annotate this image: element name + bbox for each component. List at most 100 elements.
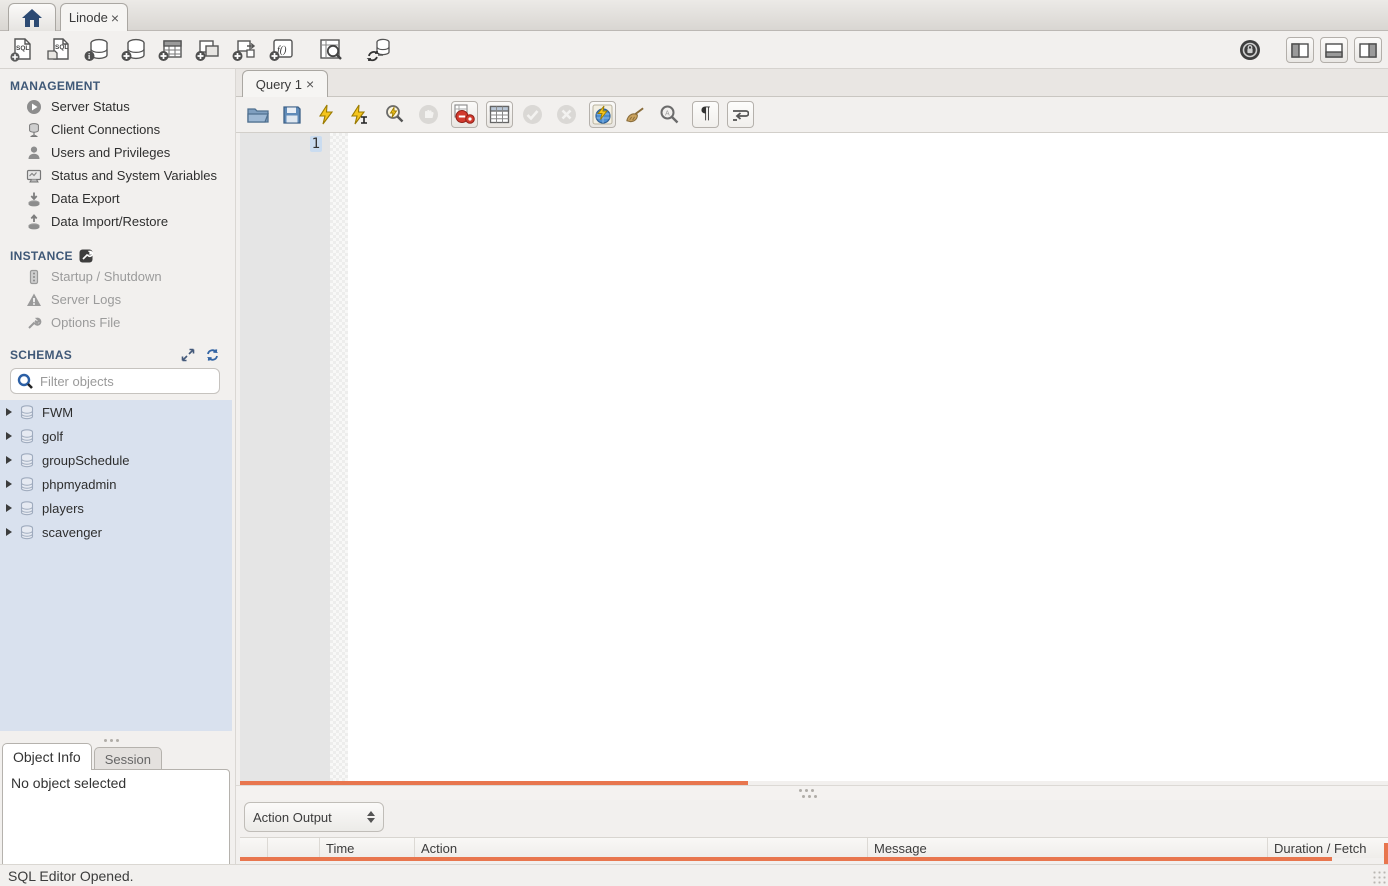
- column-message[interactable]: Message: [868, 838, 1268, 858]
- schema-icon: [19, 405, 35, 420]
- sidebar-item-server-status[interactable]: Server Status: [0, 95, 232, 118]
- query-tabbar: Query 1 ×: [236, 69, 1388, 97]
- tab-session[interactable]: Session: [94, 747, 162, 770]
- column-index[interactable]: [268, 838, 320, 858]
- connection-tabbar: Linode ×: [0, 0, 1388, 31]
- column-status[interactable]: [240, 838, 268, 858]
- sidebar-item-data-export[interactable]: Data Export: [0, 187, 232, 210]
- new-sql-tab-icon[interactable]: SQL: [8, 36, 36, 64]
- limit-rows-toggle[interactable]: [486, 101, 513, 128]
- explain-icon[interactable]: [383, 104, 405, 126]
- instance-section-header: INSTANCE: [0, 247, 232, 265]
- main-toolbar: SQL SQL i f(): [0, 31, 1388, 69]
- sql-editor[interactable]: 1: [236, 133, 1388, 781]
- sidebar-item-data-import[interactable]: Data Import/Restore: [0, 210, 232, 233]
- expander-icon[interactable]: [6, 528, 12, 536]
- schema-icon: [19, 453, 35, 468]
- output-panel: Action Output Time Action Message Durati…: [236, 800, 1388, 864]
- close-icon[interactable]: ×: [306, 77, 314, 91]
- schema-icon: [19, 501, 35, 516]
- expander-icon[interactable]: [6, 408, 12, 416]
- output-type-label: Action Output: [253, 810, 332, 825]
- schema-item-scavenger[interactable]: scavenger: [0, 520, 232, 544]
- sidebar-splitter-handle[interactable]: [104, 739, 119, 742]
- save-script-icon[interactable]: [281, 104, 303, 126]
- column-duration[interactable]: Duration / Fetch: [1268, 838, 1388, 858]
- toggle-bottom-panel-button[interactable]: [1320, 37, 1348, 63]
- create-view-icon[interactable]: [193, 36, 221, 64]
- wrench-badge-icon[interactable]: [79, 249, 93, 263]
- line-number: 1: [310, 136, 322, 152]
- output-scrollbar-vertical[interactable]: [1384, 843, 1388, 866]
- mysql-workbench-window: Linode × SQL SQL i f(): [0, 0, 1388, 886]
- schema-inspector-icon[interactable]: i: [82, 36, 110, 64]
- tab-object-info[interactable]: Object Info: [2, 743, 92, 770]
- sidebar-item-startup-shutdown[interactable]: Startup / Shutdown: [0, 265, 232, 288]
- execute-current-statement-icon[interactable]: [349, 104, 371, 126]
- sidebar-item-options-file[interactable]: Options File: [0, 311, 232, 334]
- output-type-select[interactable]: Action Output: [244, 802, 384, 832]
- server-status-icon: [26, 99, 42, 115]
- create-table-icon[interactable]: [156, 36, 184, 64]
- autocommit-toggle[interactable]: [589, 101, 616, 128]
- svg-text:A: A: [665, 111, 670, 118]
- expander-icon[interactable]: [6, 480, 12, 488]
- server-logs-icon: [26, 292, 42, 308]
- window-resize-grip[interactable]: [1372, 870, 1386, 884]
- wrap-text-toggle[interactable]: [727, 101, 754, 128]
- status-text: SQL Editor Opened.: [8, 868, 134, 884]
- connection-lock-icon: [1238, 38, 1262, 62]
- refresh-icon[interactable]: [205, 348, 220, 362]
- open-sql-script-icon[interactable]: SQL: [45, 36, 73, 64]
- data-import-icon: [26, 214, 42, 230]
- open-script-icon[interactable]: [247, 104, 269, 126]
- schema-filter-input[interactable]: [40, 374, 216, 389]
- column-action[interactable]: Action: [415, 838, 868, 858]
- toggle-left-panel-button[interactable]: [1286, 37, 1314, 63]
- output-scrollbar-horizontal[interactable]: [240, 857, 1332, 861]
- expander-icon[interactable]: [6, 432, 12, 440]
- schema-item-fwm[interactable]: FWM: [0, 400, 232, 424]
- toolbar-right-cluster: [1238, 31, 1382, 69]
- expander-icon[interactable]: [6, 504, 12, 512]
- editor-toolbar: A ¶: [236, 97, 1388, 133]
- schema-icon: [19, 429, 35, 444]
- search-table-data-icon[interactable]: [316, 36, 344, 64]
- data-export-icon: [26, 191, 42, 207]
- splitter-handle[interactable]: [799, 789, 814, 792]
- options-file-icon: [26, 315, 42, 331]
- execute-icon[interactable]: [315, 104, 337, 126]
- create-procedure-icon[interactable]: [230, 36, 258, 64]
- home-tab[interactable]: [8, 3, 56, 31]
- schema-item-phpmyadmin[interactable]: phpmyadmin: [0, 472, 232, 496]
- beautify-icon[interactable]: [624, 104, 646, 126]
- sidebar: MANAGEMENT Server Status Client Connecti…: [0, 69, 232, 864]
- sidebar-item-client-connections[interactable]: Client Connections: [0, 118, 232, 141]
- startup-shutdown-icon: [26, 269, 42, 285]
- create-schema-icon[interactable]: [119, 36, 147, 64]
- invisible-characters-toggle[interactable]: ¶: [692, 101, 719, 128]
- sidebar-item-system-variables[interactable]: Status and System Variables: [0, 164, 232, 187]
- query-tab-1[interactable]: Query 1 ×: [242, 70, 328, 97]
- toggle-right-panel-button[interactable]: [1354, 37, 1382, 63]
- management-section-header: MANAGEMENT: [0, 77, 232, 95]
- query-tab-label: Query 1: [256, 77, 302, 92]
- close-icon[interactable]: ×: [111, 11, 119, 25]
- sidebar-item-server-logs[interactable]: Server Logs: [0, 288, 232, 311]
- schema-item-players[interactable]: players: [0, 496, 232, 520]
- find-icon[interactable]: A: [658, 104, 680, 126]
- sidebar-item-users-privileges[interactable]: Users and Privileges: [0, 141, 232, 164]
- splitter-handle[interactable]: [802, 795, 817, 798]
- create-function-icon[interactable]: f(): [267, 36, 295, 64]
- column-time[interactable]: Time: [320, 838, 415, 858]
- schema-item-groupschedule[interactable]: groupSchedule: [0, 448, 232, 472]
- schema-item-golf[interactable]: golf: [0, 424, 232, 448]
- reconnect-dbms-icon[interactable]: [365, 36, 393, 64]
- spinner-icon: [367, 811, 375, 823]
- stop-on-error-toggle[interactable]: [451, 101, 478, 128]
- expand-panel-icon[interactable]: [181, 348, 195, 362]
- client-connections-icon: [26, 122, 42, 138]
- expander-icon[interactable]: [6, 456, 12, 464]
- connection-tab-linode[interactable]: Linode ×: [60, 3, 128, 31]
- svg-text:SQL: SQL: [16, 45, 29, 52]
